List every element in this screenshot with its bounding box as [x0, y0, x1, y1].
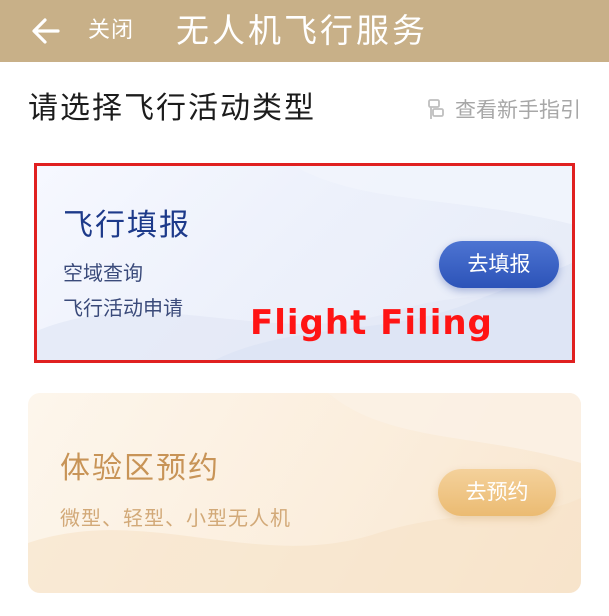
airspace-query-text: 空域查询	[63, 261, 143, 285]
flight-application-text: 飞行活动申请	[63, 296, 183, 320]
guide-link[interactable]: 查看新手指引	[425, 94, 581, 124]
go-fill-button[interactable]: 去填报	[439, 241, 559, 288]
back-button[interactable]	[28, 13, 64, 49]
experience-zone-description: 微型、轻型、小型无人机	[60, 506, 291, 530]
close-button[interactable]: 关闭	[88, 14, 134, 48]
section-title: 请选择飞行活动类型	[28, 91, 316, 126]
go-reserve-button[interactable]: 去预约	[438, 469, 556, 516]
experience-zone-card[interactable]: 体验区预约 微型、轻型、小型无人机 去预约	[28, 393, 581, 593]
experience-zone-title: 体验区预约	[60, 451, 220, 486]
app-header: 关闭 无人机飞行服务	[0, 0, 609, 62]
arrow-left-icon	[32, 18, 60, 44]
flight-filing-title: 飞行填报	[63, 208, 191, 243]
guide-icon	[425, 98, 447, 120]
page-title: 无人机飞行服务	[176, 11, 428, 50]
guide-link-label: 查看新手指引	[455, 98, 581, 122]
flight-filing-annotation: Flight Filing	[250, 303, 493, 343]
